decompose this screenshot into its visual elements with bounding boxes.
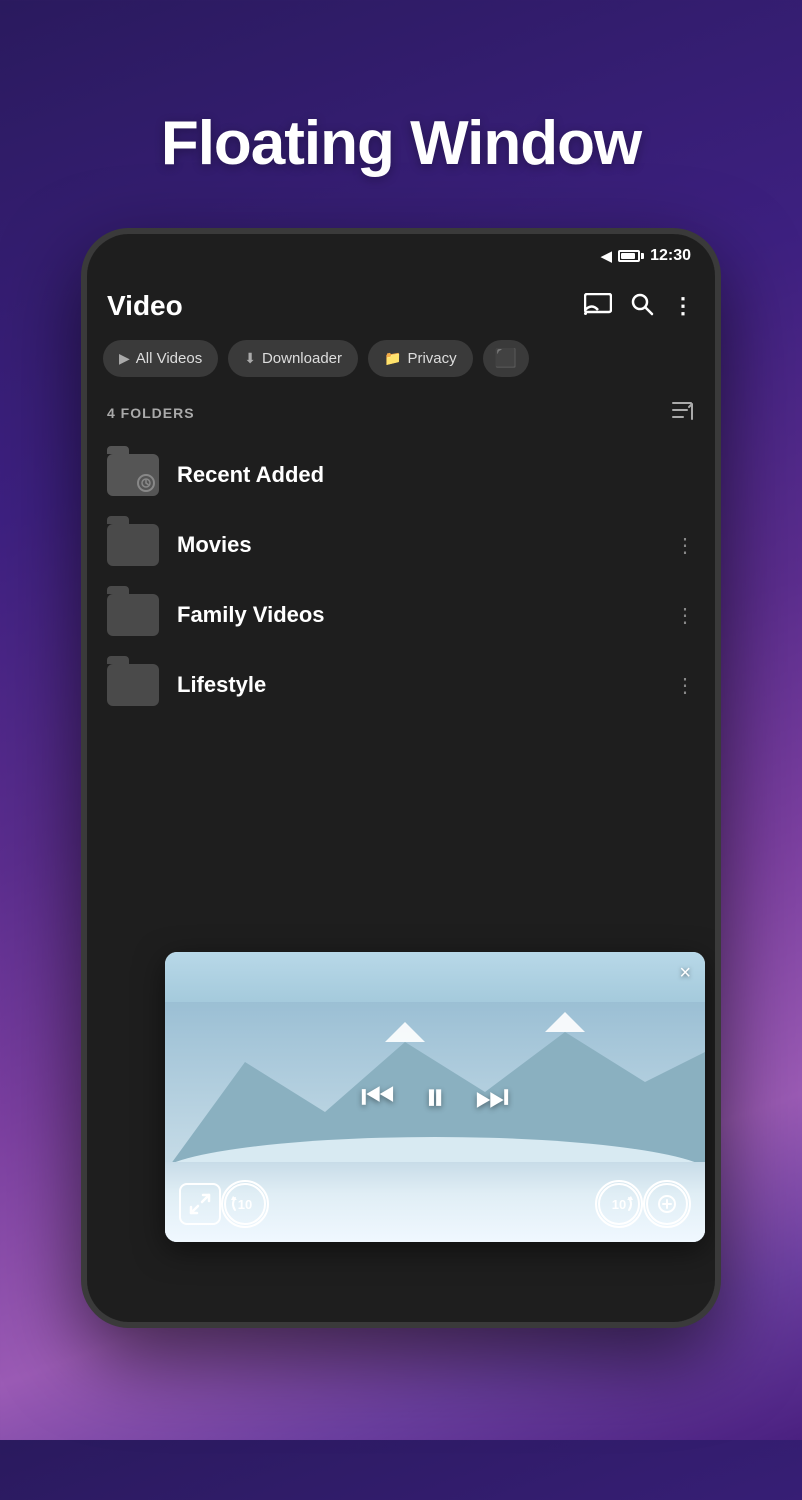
folder-item-lifestyle[interactable]: Lifestyle ⋮: [87, 650, 715, 720]
recent-added-folder-icon: [107, 454, 159, 496]
player-controls-bottom: 10 10: [179, 1180, 691, 1228]
movies-folder-icon: [107, 524, 159, 566]
prev-button[interactable]: ⏮: [361, 1078, 395, 1116]
tab-privacy[interactable]: 📁 Privacy: [368, 340, 473, 377]
tab-privacy-label: Privacy: [407, 350, 456, 367]
folders-header: 4 FOLDERS: [87, 389, 715, 440]
family-videos-folder-icon: [107, 594, 159, 636]
svg-text:10: 10: [238, 1197, 252, 1212]
tab-all-videos-label: All Videos: [136, 350, 202, 367]
folder-name-recent-added: Recent Added: [177, 462, 695, 488]
lifestyle-more-button[interactable]: ⋮: [675, 673, 695, 698]
movies-more-button[interactable]: ⋮: [675, 533, 695, 558]
signal-icon: ◀: [601, 247, 613, 265]
family-videos-more-button[interactable]: ⋮: [675, 603, 695, 628]
folder-name-movies: Movies: [177, 532, 657, 558]
tab-more-icon: ⬛: [495, 348, 517, 369]
phone-mockup: ◀ 12:30 Video: [81, 228, 721, 1328]
app-content: Video: [87, 278, 715, 1322]
status-bar: ◀ 12:30: [87, 234, 715, 278]
header-icons: ⋮: [584, 292, 695, 321]
app-header: Video: [87, 278, 715, 332]
category-tabs: ▶ All Videos ⬇ Downloader 📁 Privacy ⬛: [87, 332, 715, 389]
battery-icon: [618, 250, 644, 262]
lifestyle-folder-icon: [107, 664, 159, 706]
folder-item-movies[interactable]: Movies ⋮: [87, 510, 715, 580]
folders-count: 4 FOLDERS: [107, 405, 195, 421]
floating-player: × ⏮ ⏸ ⏭: [165, 952, 705, 1242]
player-close-button[interactable]: ×: [679, 962, 691, 985]
all-videos-icon: ▶: [119, 350, 130, 367]
tab-downloader[interactable]: ⬇ Downloader: [228, 340, 358, 377]
zoom-button[interactable]: [643, 1180, 691, 1228]
tab-more[interactable]: ⬛: [483, 340, 529, 377]
tab-all-videos[interactable]: ▶ All Videos: [103, 340, 218, 377]
sort-button[interactable]: [669, 397, 695, 428]
pause-button[interactable]: ⏸: [425, 1077, 445, 1117]
more-button[interactable]: ⋮: [672, 293, 695, 319]
app-title: Video: [107, 290, 183, 322]
status-icons: ◀ 12:30: [601, 247, 691, 265]
folder-item-recent-added[interactable]: Recent Added: [87, 440, 715, 510]
player-video-bg: × ⏮ ⏸ ⏭: [165, 952, 705, 1242]
player-controls-main: ⏮ ⏸ ⏭: [361, 1077, 509, 1117]
search-button[interactable]: [630, 292, 654, 321]
folder-name-family-videos: Family Videos: [177, 602, 657, 628]
tab-downloader-label: Downloader: [262, 350, 342, 367]
page-wrapper: Floating Window ◀ 12:30 Video: [0, 60, 802, 1500]
rewind-button[interactable]: 10: [221, 1180, 269, 1228]
page-heading: Floating Window: [161, 110, 641, 178]
cast-button[interactable]: [584, 293, 612, 320]
privacy-icon: 📁: [384, 350, 401, 367]
svg-text:10: 10: [612, 1197, 626, 1212]
downloader-icon: ⬇: [244, 350, 256, 367]
expand-button[interactable]: [179, 1183, 221, 1225]
folder-item-family-videos[interactable]: Family Videos ⋮: [87, 580, 715, 650]
next-button[interactable]: ⏭: [475, 1078, 509, 1116]
status-time: 12:30: [650, 247, 691, 265]
folder-name-lifestyle: Lifestyle: [177, 672, 657, 698]
forward-button[interactable]: 10: [595, 1180, 643, 1228]
